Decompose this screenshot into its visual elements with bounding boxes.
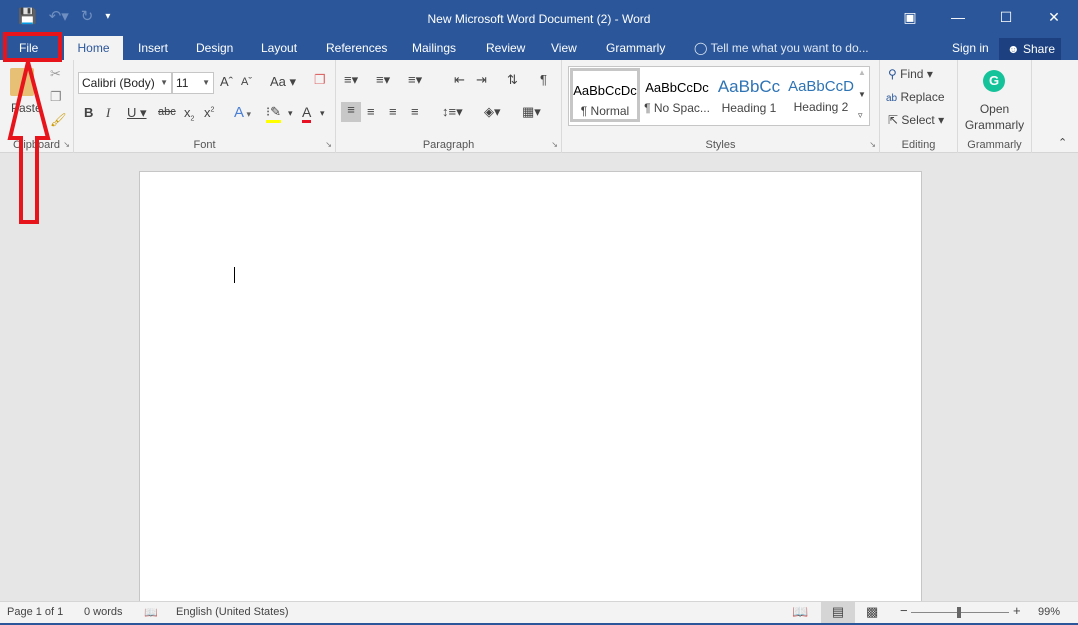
borders-icon[interactable]: ▦▾ (522, 104, 541, 120)
strikethrough-button[interactable]: abc (158, 106, 176, 118)
shrink-font-icon[interactable]: Aˇ (241, 76, 252, 88)
superscript-button[interactable]: x2 (204, 105, 214, 120)
tab-grammarly[interactable]: Grammarly (598, 36, 673, 60)
grow-font-icon[interactable]: Aˆ (220, 74, 233, 89)
bullets-icon[interactable]: ≡▾ (344, 72, 358, 88)
align-right-button[interactable]: ≡ (389, 104, 397, 119)
title-bar: 💾 ↶▾ ↻ ▾ New Microsoft Word Document (2)… (0, 0, 1078, 36)
styles-scroll-up-icon[interactable]: ▲ (858, 68, 866, 77)
zoom-level[interactable]: 99% (1038, 606, 1060, 618)
justify-button[interactable]: ≡ (411, 104, 419, 119)
find-button[interactable]: ⚲ Find ▾ (888, 67, 933, 81)
clear-formatting-icon[interactable]: ❐ (314, 72, 326, 88)
paragraph-group: ≡▾ ≡▾ ≡▾ ⇤ ⇥ ⇅ ¶ ≡ ≡ ≡ ≡ ↕≡▾ ◈▾ ▦▾ Parag… (336, 60, 562, 153)
text-cursor (234, 267, 235, 283)
line-spacing-icon[interactable]: ↕≡▾ (442, 104, 463, 120)
search-icon: ⚲ (888, 67, 897, 81)
proofing-icon[interactable]: 📖 (144, 606, 158, 619)
clipboard-launcher-icon[interactable]: ↘ (63, 140, 70, 149)
grammarly-logo-icon[interactable]: G (983, 70, 1005, 92)
ribbon-home: Paste ✂ ❐ 🖌 Clipboard ↘ Calibri (Body) ▼ … (0, 60, 1078, 153)
document-page[interactable] (139, 171, 922, 601)
style-no-spacing[interactable]: AaBbCcDc ¶ No Spac... (642, 68, 712, 122)
annotation-highlight-box (3, 32, 62, 62)
shading-icon[interactable]: ◈▾ (484, 104, 501, 120)
person-add-icon: ☻ (1007, 42, 1020, 56)
style-heading-2[interactable]: AaBbCcD Heading 2 (786, 68, 856, 122)
ribbon-display-options-icon[interactable]: ▣ (886, 0, 934, 34)
style-heading-1[interactable]: AaBbCc Heading 1 (714, 68, 784, 122)
text-effects-icon[interactable]: A ▾ (234, 104, 251, 121)
tell-me-search[interactable]: ◯ Tell me what you want to do... (694, 36, 869, 60)
bold-button[interactable]: B (84, 105, 93, 120)
tab-references[interactable]: References (318, 36, 395, 60)
ribbon-tabs: File Home Insert Design Layout Reference… (0, 36, 1078, 60)
styles-launcher-icon[interactable]: ↘ (869, 140, 876, 149)
close-icon[interactable]: ✕ (1030, 0, 1078, 34)
zoom-slider-thumb[interactable] (957, 607, 962, 618)
tab-design[interactable]: Design (188, 36, 241, 60)
tab-view[interactable]: View (543, 36, 585, 60)
grammarly-group: G Open Grammarly Grammarly (958, 60, 1032, 153)
read-mode-icon[interactable]: 📖 (792, 604, 808, 620)
font-name-select[interactable]: Calibri (Body) ▼ (78, 72, 172, 94)
print-layout-icon[interactable]: ▤ (821, 602, 855, 623)
lightbulb-icon: ◯ (694, 41, 708, 55)
underline-button[interactable]: U ▾ (127, 105, 147, 121)
status-bar: Page 1 of 1 0 words 📖 English (United St… (0, 601, 1078, 623)
styles-scroll-down-icon[interactable]: ▼ (858, 90, 866, 99)
replace-button[interactable]: ab Replace (886, 90, 945, 104)
show-formatting-icon[interactable]: ¶ (540, 72, 547, 87)
sort-icon[interactable]: ⇅ (507, 72, 518, 88)
align-left-button[interactable]: ≡ (341, 102, 361, 122)
subscript-button[interactable]: x2 (184, 105, 194, 123)
font-color-dropdown[interactable]: ▾ (320, 108, 325, 119)
numbering-icon[interactable]: ≡▾ (376, 72, 390, 88)
language-indicator[interactable]: English (United States) (176, 606, 289, 618)
change-case-button[interactable]: Aa ▾ (270, 74, 296, 90)
cursor-arrow-icon: ⇱ (888, 113, 899, 127)
styles-group-label: Styles (705, 139, 736, 151)
tab-mailings[interactable]: Mailings (404, 36, 464, 60)
grammarly-group-label: Grammarly (967, 139, 1022, 151)
editing-group-label: Editing (901, 139, 936, 151)
tab-review[interactable]: Review (478, 36, 533, 60)
open-grammarly-button[interactable]: Open Grammarly (958, 101, 1031, 133)
paragraph-group-label: Paragraph (422, 139, 475, 151)
italic-button[interactable]: I (106, 105, 110, 121)
share-button[interactable]: ☻ Share (999, 38, 1061, 60)
font-group-label: Font (193, 139, 216, 151)
tab-insert[interactable]: Insert (130, 36, 176, 60)
tab-layout[interactable]: Layout (253, 36, 305, 60)
annotation-arrow-shape (7, 61, 51, 224)
style-normal[interactable]: AaBbCcDc ¶ Normal (570, 68, 640, 122)
sign-in-link[interactable]: Sign in (952, 36, 989, 60)
zoom-out-button[interactable]: − (900, 603, 908, 618)
highlight-color-icon[interactable]: ⁝✎ (266, 104, 282, 123)
multilevel-list-icon[interactable]: ≡▾ (408, 72, 422, 88)
zoom-in-button[interactable]: + (1013, 603, 1021, 618)
paragraph-launcher-icon[interactable]: ↘ (551, 140, 558, 149)
maximize-icon[interactable]: ☐ (982, 0, 1030, 34)
tab-home[interactable]: Home (64, 36, 123, 60)
font-launcher-icon[interactable]: ↘ (325, 140, 332, 149)
styles-more-icon[interactable]: ▿ (858, 110, 863, 121)
center-button[interactable]: ≡ (367, 104, 375, 119)
replace-icon: ab (886, 93, 898, 104)
font-group: Calibri (Body) ▼ 11 ▼ Aˆ Aˇ Aa ▾ ❐ B I U ▾… (74, 60, 336, 153)
web-layout-icon[interactable]: ▩ (866, 604, 878, 620)
page-count[interactable]: Page 1 of 1 (7, 606, 63, 618)
word-count[interactable]: 0 words (84, 606, 123, 618)
editing-group: ⚲ Find ▾ ab Replace ⇱ Select ▾ Editing (880, 60, 958, 153)
collapse-ribbon-icon[interactable]: ⌃ (1058, 136, 1067, 149)
font-color-icon[interactable]: A (302, 104, 312, 123)
font-size-select[interactable]: 11 ▼ (172, 72, 214, 94)
styles-group: AaBbCcDc ¶ Normal AaBbCcDc ¶ No Spac... … (562, 60, 880, 153)
highlight-dropdown[interactable]: ▾ (288, 108, 293, 119)
minimize-icon[interactable]: — (934, 0, 982, 34)
decrease-indent-icon[interactable]: ⇤ (454, 72, 465, 88)
select-button[interactable]: ⇱ Select ▾ (888, 113, 944, 127)
annotation-up-arrow (7, 61, 51, 224)
increase-indent-icon[interactable]: ⇥ (476, 72, 487, 88)
